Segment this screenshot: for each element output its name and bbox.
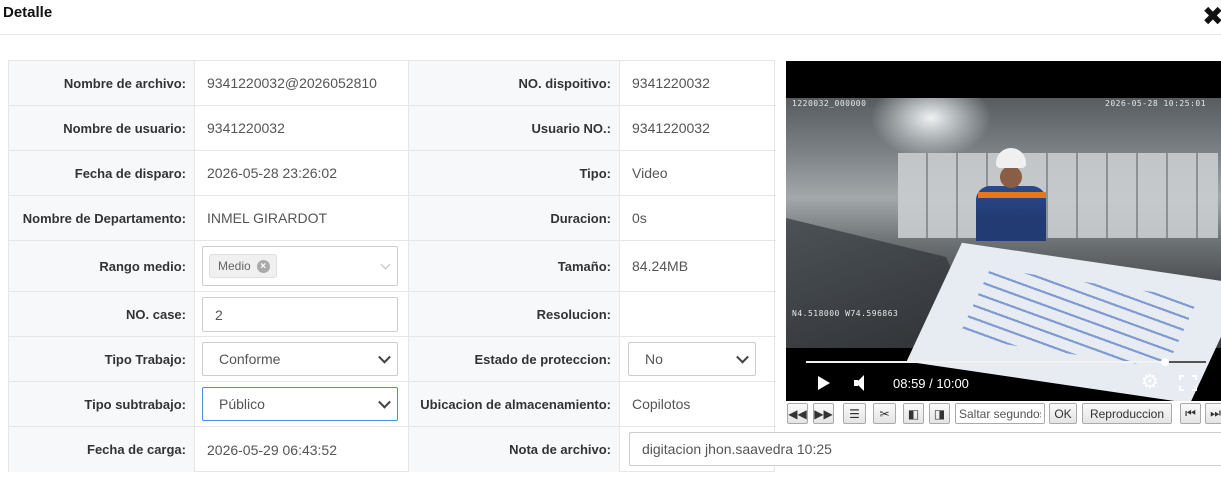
chevron-down-icon — [378, 395, 391, 409]
value-ubicacion: Copilotos — [619, 382, 776, 426]
rango-medio-multiselect[interactable]: Medio × — [202, 246, 398, 286]
close-icon[interactable]: ✖ — [1202, 2, 1221, 30]
value-no-dispositivo: 9341220032 — [619, 61, 776, 105]
step-forward-icon[interactable]: ◨ — [929, 403, 950, 424]
rewind-button[interactable]: ◀◀ — [787, 403, 808, 424]
value-tipo: Video — [619, 151, 776, 195]
estado-proteccion-select[interactable]: No — [628, 342, 756, 376]
label-tipo-subtrabajo: Tipo subtrabajo: — [9, 382, 194, 426]
fullscreen-icon[interactable] — [1179, 375, 1197, 391]
play-icon[interactable] — [818, 376, 830, 390]
value-tamano: 84.24MB — [619, 241, 776, 291]
no-case-cell: 2 — [194, 292, 408, 336]
playback-button[interactable]: Reproduccion — [1082, 403, 1172, 424]
remove-tag-icon[interactable]: × — [256, 259, 270, 273]
label-duracion: Duracion: — [408, 196, 619, 240]
jump-seconds-field[interactable] — [955, 403, 1045, 424]
tipo-subtrabajo-select[interactable]: Público — [202, 387, 398, 421]
osd-timestamp: 2026-05-28 10:25:01 — [1105, 99, 1207, 108]
video-scene-worker — [976, 148, 1046, 241]
fast-forward-button[interactable]: ▶▶ — [813, 403, 834, 424]
gear-icon[interactable]: ⚙ — [1141, 372, 1159, 392]
value-departamento: INMEL GIRARDOT — [194, 196, 408, 240]
value-duracion: 0s — [619, 196, 776, 240]
value-fecha-carga: 2026-05-29 06:43:52 — [194, 427, 408, 472]
video-time: 08:59 / 10:00 — [893, 376, 969, 391]
video-player[interactable]: 1220032_000000 2026-05-28 10:25:01 N4.51… — [786, 61, 1221, 401]
label-resolucion: Resolucion: — [408, 292, 619, 336]
estado-proteccion-cell: No — [619, 337, 776, 381]
dialog-title: Detalle — [3, 4, 53, 21]
player-toolbar: ◀◀ ▶▶ ☰ ✂ ◧ ◨ OK Reproduccion ⏮ ⏭ — [786, 401, 1221, 427]
detail-row: Tipo Trabajo: Conforme Estado de protecc… — [9, 337, 776, 382]
detail-row: Tipo subtrabajo: Público Ubicacion de al… — [9, 382, 776, 427]
skip-last-icon[interactable]: ⏭ — [1205, 403, 1221, 424]
tipo-subtrabajo-cell: Público — [194, 382, 408, 426]
chevron-down-icon — [380, 259, 391, 270]
label-estado-proteccion: Estado de proteccion: — [408, 337, 619, 381]
video-scene-cabinets — [898, 153, 1218, 238]
value-fecha-disparo: 2026-05-28 23:26:02 — [194, 151, 408, 195]
jump-seconds-input[interactable] — [956, 406, 1044, 421]
value-nombre-usuario: 9341220032 — [194, 106, 408, 150]
skip-first-icon[interactable]: ⏮ — [1180, 403, 1201, 424]
video-progress-bar[interactable] — [806, 358, 1206, 366]
list-icon[interactable]: ☰ — [843, 403, 866, 424]
dialog-header: Detalle ✖ — [0, 0, 1221, 35]
value-nombre-archivo: 9341220032@2026052810 — [194, 61, 408, 105]
osd-device-id: 1220032_000000 — [792, 99, 867, 108]
detail-row: Nombre de usuario: 9341220032 Usuario NO… — [9, 106, 776, 151]
no-case-input[interactable]: 2 — [202, 297, 398, 332]
value-resolucion — [619, 292, 776, 336]
rango-medio-cell: Medio × — [194, 241, 408, 291]
detail-row: Nombre de Departamento: INMEL GIRARDOT D… — [9, 196, 776, 241]
label-usuario-no: Usuario NO.: — [408, 106, 619, 150]
label-no-dispositivo: NO. dispoitivo: — [408, 61, 619, 105]
tipo-subtrabajo-selected: Público — [219, 396, 265, 412]
detail-row: NO. case: 2 Resolucion: — [9, 292, 776, 337]
chevron-down-icon — [736, 350, 749, 364]
label-nombre-archivo: Nombre de archivo: — [9, 61, 194, 105]
value-usuario-no: 9341220032 — [619, 106, 776, 150]
label-departamento: Nombre de Departamento: — [9, 196, 194, 240]
detail-row: Fecha de disparo: 2026-05-28 23:26:02 Ti… — [9, 151, 776, 196]
label-fecha-carga: Fecha de carga: — [9, 427, 194, 472]
nota-archivo-input[interactable]: digitacion jhon.saavedra 10:25 — [629, 432, 1221, 466]
volume-icon[interactable] — [854, 375, 864, 391]
label-rango-medio: Rango medio: — [9, 241, 194, 291]
video-progress-fill — [806, 361, 1166, 363]
estado-proteccion-selected: No — [645, 351, 663, 367]
label-fecha-disparo: Fecha de disparo: — [9, 151, 194, 195]
step-back-icon[interactable]: ◧ — [903, 403, 924, 424]
label-tipo: Tipo: — [408, 151, 619, 195]
ok-button[interactable]: OK — [1049, 403, 1077, 424]
tipo-trabajo-cell: Conforme — [194, 337, 408, 381]
osd-coordinates: N4.518000 W74.596863 — [792, 309, 899, 318]
label-nota: Nota de archivo: — [408, 427, 619, 472]
chevron-down-icon — [378, 350, 391, 364]
scissors-icon[interactable]: ✂ — [873, 403, 896, 424]
label-ubicacion: Ubicacion de almacenamiento: — [408, 382, 619, 426]
label-tamano: Tamaño: — [408, 241, 619, 291]
rango-medio-tag: Medio × — [209, 254, 277, 278]
label-no-case: NO. case: — [9, 292, 194, 336]
tipo-trabajo-selected: Conforme — [219, 351, 281, 367]
detail-row: Nombre de archivo: 9341220032@2026052810… — [9, 61, 776, 106]
detail-grid: Nombre de archivo: 9341220032@2026052810… — [8, 60, 776, 472]
tipo-trabajo-select[interactable]: Conforme — [202, 342, 398, 376]
detail-row: Rango medio: Medio × Tamaño: 84.24MB — [9, 241, 776, 292]
label-nombre-usuario: Nombre de usuario: — [9, 106, 194, 150]
rango-medio-tag-label: Medio — [218, 259, 251, 273]
label-tipo-trabajo: Tipo Trabajo: — [9, 337, 194, 381]
